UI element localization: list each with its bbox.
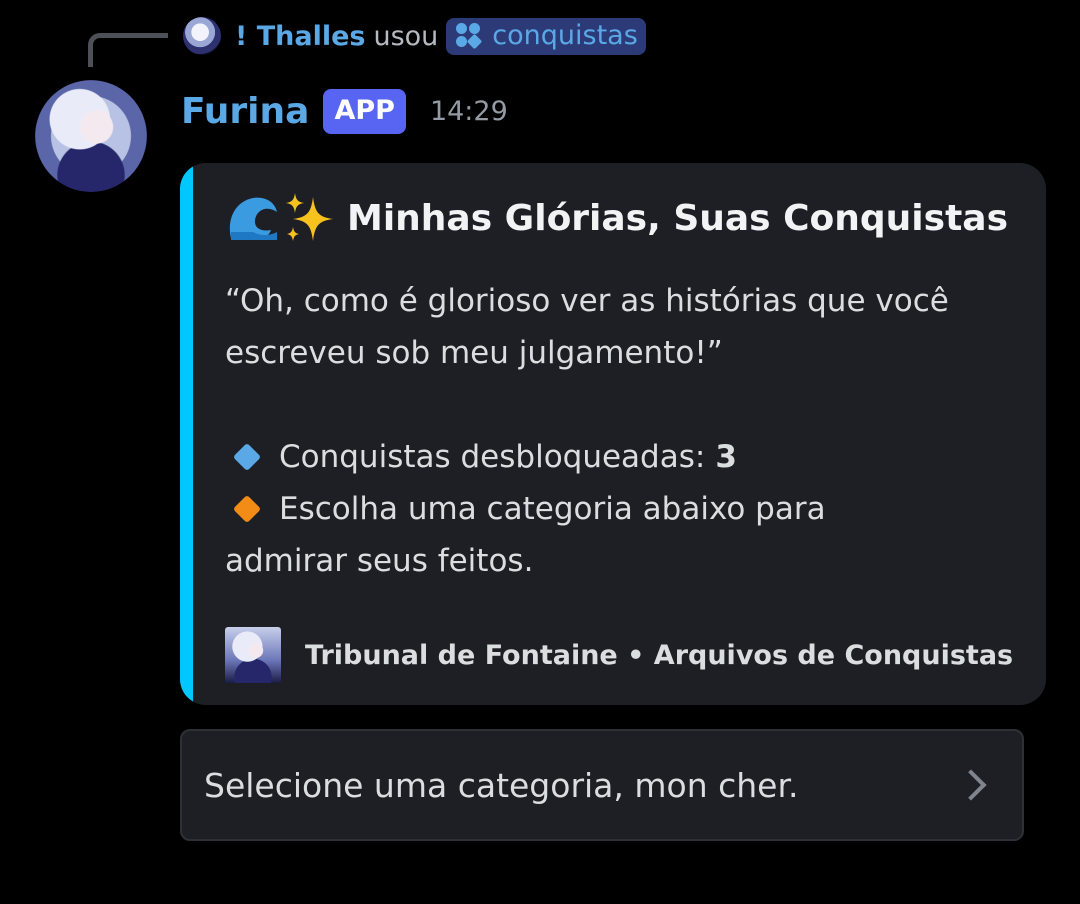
instruction-text: Escolha uma categoria abaixo para bbox=[279, 491, 826, 527]
app-badge: APP bbox=[323, 88, 406, 134]
embed-card: Minhas Glórias, Suas Conquistas “Oh, com… bbox=[180, 163, 1046, 705]
achievements-count-line: Conquistas desbloqueadas: 3 bbox=[225, 431, 1025, 483]
description-line: escreveu sob meu julgamento!” bbox=[225, 335, 723, 371]
description-line: “Oh, como é glorioso ver as histórias qu… bbox=[225, 283, 949, 319]
chevron-right-icon bbox=[955, 769, 987, 801]
reply-username[interactable]: ! Thalles bbox=[235, 21, 365, 52]
instruction-line-continued: admirar seus feitos. bbox=[225, 543, 534, 579]
embed-description: “Oh, como é glorioso ver as histórias qu… bbox=[225, 275, 1025, 587]
reply-context[interactable]: ! Thalles usou conquistas bbox=[183, 12, 646, 60]
reply-action-text: usou bbox=[373, 20, 439, 52]
reply-user-avatar[interactable] bbox=[183, 17, 221, 55]
message-header: Furina APP 14:29 bbox=[181, 84, 508, 138]
embed-accent-bar bbox=[180, 163, 193, 705]
sparkles-icon bbox=[286, 193, 333, 241]
command-name: conquistas bbox=[492, 19, 638, 51]
reply-connector-line bbox=[88, 33, 168, 67]
message-container: ! Thalles usou conquistas Furina APP 14:… bbox=[0, 0, 1080, 904]
orange-diamond-icon bbox=[232, 494, 262, 524]
achievements-count-value: 3 bbox=[715, 439, 737, 475]
select-placeholder: Selecione uma categoria, mon cher. bbox=[204, 765, 799, 805]
instruction-line: Escolha uma categoria abaixo para bbox=[225, 483, 1025, 535]
bot-username[interactable]: Furina bbox=[181, 91, 309, 132]
category-select-menu[interactable]: Selecione uma categoria, mon cher. bbox=[180, 729, 1024, 841]
footer-icon bbox=[225, 627, 281, 683]
message-timestamp[interactable]: 14:29 bbox=[430, 96, 508, 127]
water-wave-icon bbox=[229, 197, 277, 240]
blue-diamond-icon bbox=[232, 442, 262, 472]
embed-footer: Tribunal de Fontaine • Arquivos de Conqu… bbox=[225, 627, 1013, 683]
bot-avatar[interactable] bbox=[35, 80, 147, 192]
footer-text: Tribunal de Fontaine • Arquivos de Conqu… bbox=[305, 639, 1014, 671]
embed-title-text: Minhas Glórias, Suas Conquistas bbox=[347, 197, 1009, 239]
embed-title: Minhas Glórias, Suas Conquistas bbox=[225, 191, 1008, 245]
slash-command-icon bbox=[454, 21, 483, 50]
command-pill[interactable]: conquistas bbox=[446, 17, 646, 55]
achievements-count-label: Conquistas desbloqueadas: bbox=[279, 439, 706, 475]
